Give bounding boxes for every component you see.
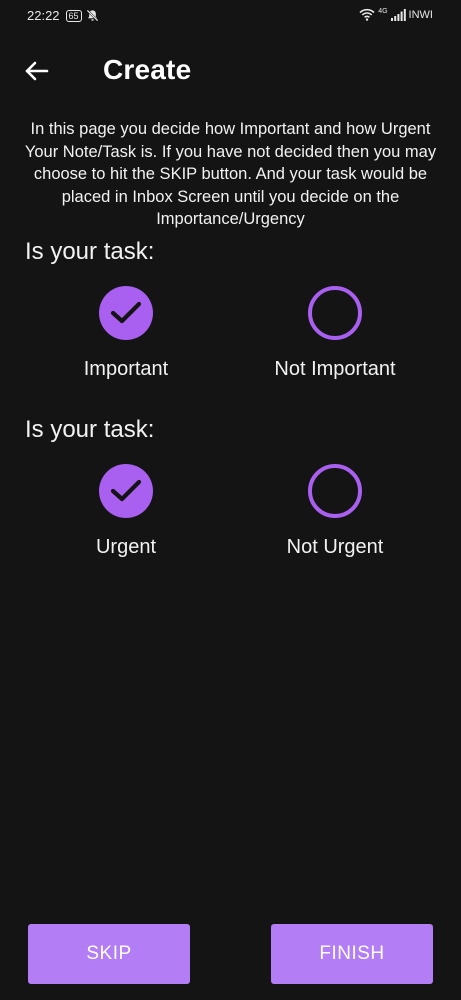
option-urgent[interactable]: Urgent bbox=[26, 464, 226, 559]
wifi-icon bbox=[359, 8, 375, 21]
instructions-text: In this page you decide how Important an… bbox=[24, 120, 437, 228]
checkmark-icon bbox=[110, 479, 142, 502]
not-important-label: Not Important bbox=[274, 358, 396, 380]
urgency-question: Is your task: bbox=[25, 416, 155, 443]
carrier-name: INWI bbox=[408, 8, 433, 21]
bell-off-icon bbox=[86, 9, 99, 22]
status-bar: 22:22 65 4G INWI bbox=[0, 0, 461, 32]
finish-button[interactable]: FINISH bbox=[271, 924, 433, 984]
option-important[interactable]: Important bbox=[26, 286, 226, 381]
battery-badge: 65 bbox=[65, 9, 82, 22]
status-time: 22:22 bbox=[27, 8, 60, 23]
not-urgent-radio[interactable] bbox=[308, 464, 362, 518]
page-title: Create bbox=[103, 54, 192, 85]
network-type: 4G bbox=[378, 8, 388, 15]
urgent-radio[interactable] bbox=[99, 464, 153, 518]
importance-question: Is your task: bbox=[25, 238, 155, 265]
signal-bars-icon bbox=[390, 8, 406, 21]
back-button[interactable] bbox=[22, 56, 52, 86]
important-radio[interactable] bbox=[99, 286, 153, 340]
status-left: 22:22 65 bbox=[27, 8, 99, 23]
option-not-urgent[interactable]: Not Urgent bbox=[235, 464, 435, 559]
status-right: 4G INWI bbox=[359, 8, 433, 21]
skip-button[interactable]: SKIP bbox=[28, 924, 190, 984]
important-label: Important bbox=[83, 358, 169, 380]
option-not-important[interactable]: Not Important bbox=[235, 286, 435, 381]
not-important-radio[interactable] bbox=[308, 286, 362, 340]
not-urgent-label: Not Urgent bbox=[286, 536, 384, 558]
checkmark-icon bbox=[110, 301, 142, 324]
urgent-label: Urgent bbox=[95, 536, 157, 558]
arrow-left-icon bbox=[25, 61, 49, 81]
app-header: Create bbox=[0, 48, 461, 96]
